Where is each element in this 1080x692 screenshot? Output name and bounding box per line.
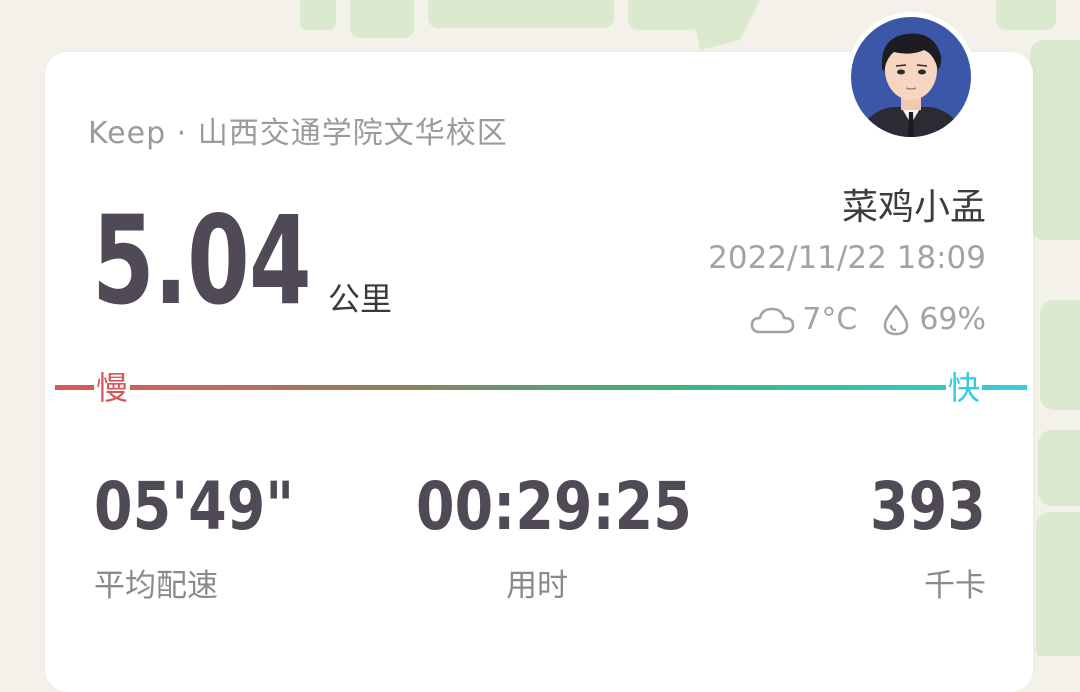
distance-unit: 公里 [328, 280, 393, 318]
avatar-image [847, 13, 975, 141]
duration-label: 用时 [506, 568, 568, 604]
weather-info: 7°C 69% [750, 302, 986, 337]
source-location: Keep · 山西交通学院文华校区 [88, 116, 508, 151]
workout-datetime: 2022/11/22 18:09 [708, 240, 986, 276]
avg-pace-label: 平均配速 [94, 568, 218, 604]
username: 菜鸡小孟 [841, 187, 986, 228]
distance-value: 5.04 [92, 190, 312, 332]
calories-label: 千卡 [924, 568, 986, 604]
avatar[interactable] [846, 12, 976, 142]
duration-value: 00:29:25 [416, 468, 692, 545]
water-drop-icon [884, 304, 909, 335]
calories-value: 393 [870, 468, 986, 545]
temperature: 7°C [802, 302, 858, 337]
avg-pace-value: 05'49" [94, 468, 295, 545]
cloud-icon [750, 307, 795, 333]
pace-gradient-bar [55, 385, 1027, 390]
humidity: 69% [919, 302, 986, 337]
pace-fast-label: 快 [946, 368, 983, 408]
pace-slow-label: 慢 [94, 368, 131, 408]
